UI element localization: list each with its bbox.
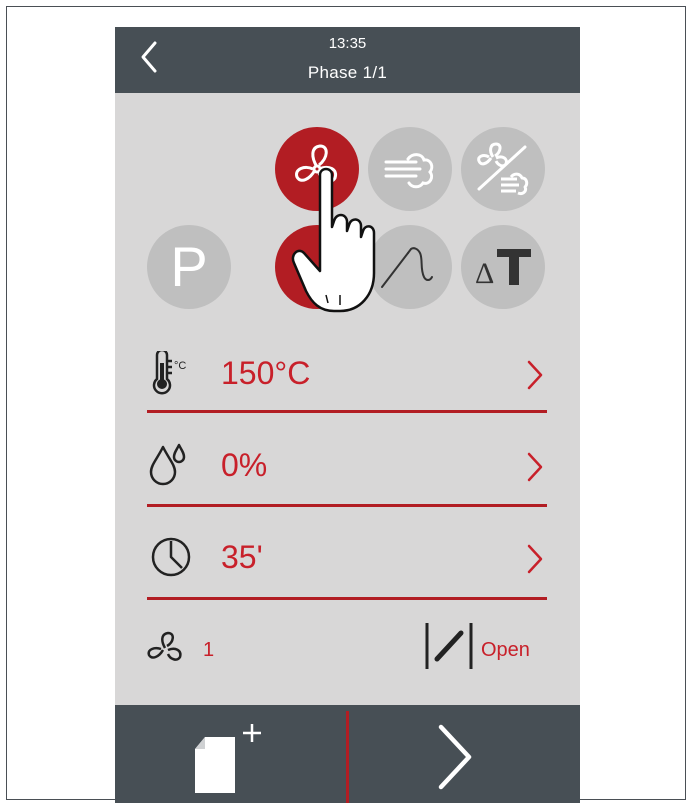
time-row[interactable]: 35' xyxy=(147,531,549,591)
mode-steam-no-fan-button[interactable] xyxy=(461,127,545,211)
footer-bar xyxy=(115,705,580,803)
time-value: 35' xyxy=(221,539,263,575)
fan-off-steam-icon xyxy=(477,142,529,195)
humidity-value: 0% xyxy=(221,447,268,483)
time-divider xyxy=(147,597,547,600)
mode-program-button[interactable]: P xyxy=(147,225,231,309)
clock-icon xyxy=(151,537,191,577)
chevron-right-icon xyxy=(527,544,543,574)
fan-icon xyxy=(147,631,182,661)
svg-text:Δ: Δ xyxy=(475,257,494,290)
add-phase-button[interactable] xyxy=(195,721,275,793)
new-document-plus-icon xyxy=(195,724,261,793)
damper-valve-icon xyxy=(425,623,473,669)
chevron-right-icon xyxy=(438,724,472,790)
program-letter: P xyxy=(170,235,208,298)
unit-celsius-label: °C xyxy=(174,360,186,372)
thermometer-icon: °C xyxy=(152,351,186,395)
clock-time: 13:35 xyxy=(328,35,367,52)
fan-speed-value: 1 xyxy=(203,639,215,661)
hand-pointer-icon xyxy=(291,167,376,313)
water-drops-icon xyxy=(149,443,186,486)
temperature-value: 150°C xyxy=(221,355,311,391)
humidity-row[interactable]: 0% xyxy=(147,439,549,499)
phase-label: Phase 1/1 xyxy=(307,63,388,82)
fan-speed-control[interactable]: 1 xyxy=(143,625,283,669)
mode-delta-t-button[interactable]: Δ xyxy=(461,225,545,309)
temperature-row[interactable]: °C 150°C xyxy=(147,347,549,407)
damper-status: Open xyxy=(481,639,530,661)
footer-divider xyxy=(346,711,349,803)
oven-screen: 13:35 Phase 1/1 P Δ °C 150°C 0% 35' 1 Op… xyxy=(115,27,580,803)
header-bar: 13:35 Phase 1/1 xyxy=(115,27,580,93)
temperature-divider xyxy=(147,410,547,413)
next-button[interactable] xyxy=(425,719,485,795)
damper-control[interactable]: Open xyxy=(423,621,555,671)
humidity-divider xyxy=(147,504,547,507)
delta-t-icon: Δ xyxy=(475,249,531,290)
chevron-right-icon xyxy=(527,360,543,390)
chevron-right-icon xyxy=(527,452,543,482)
